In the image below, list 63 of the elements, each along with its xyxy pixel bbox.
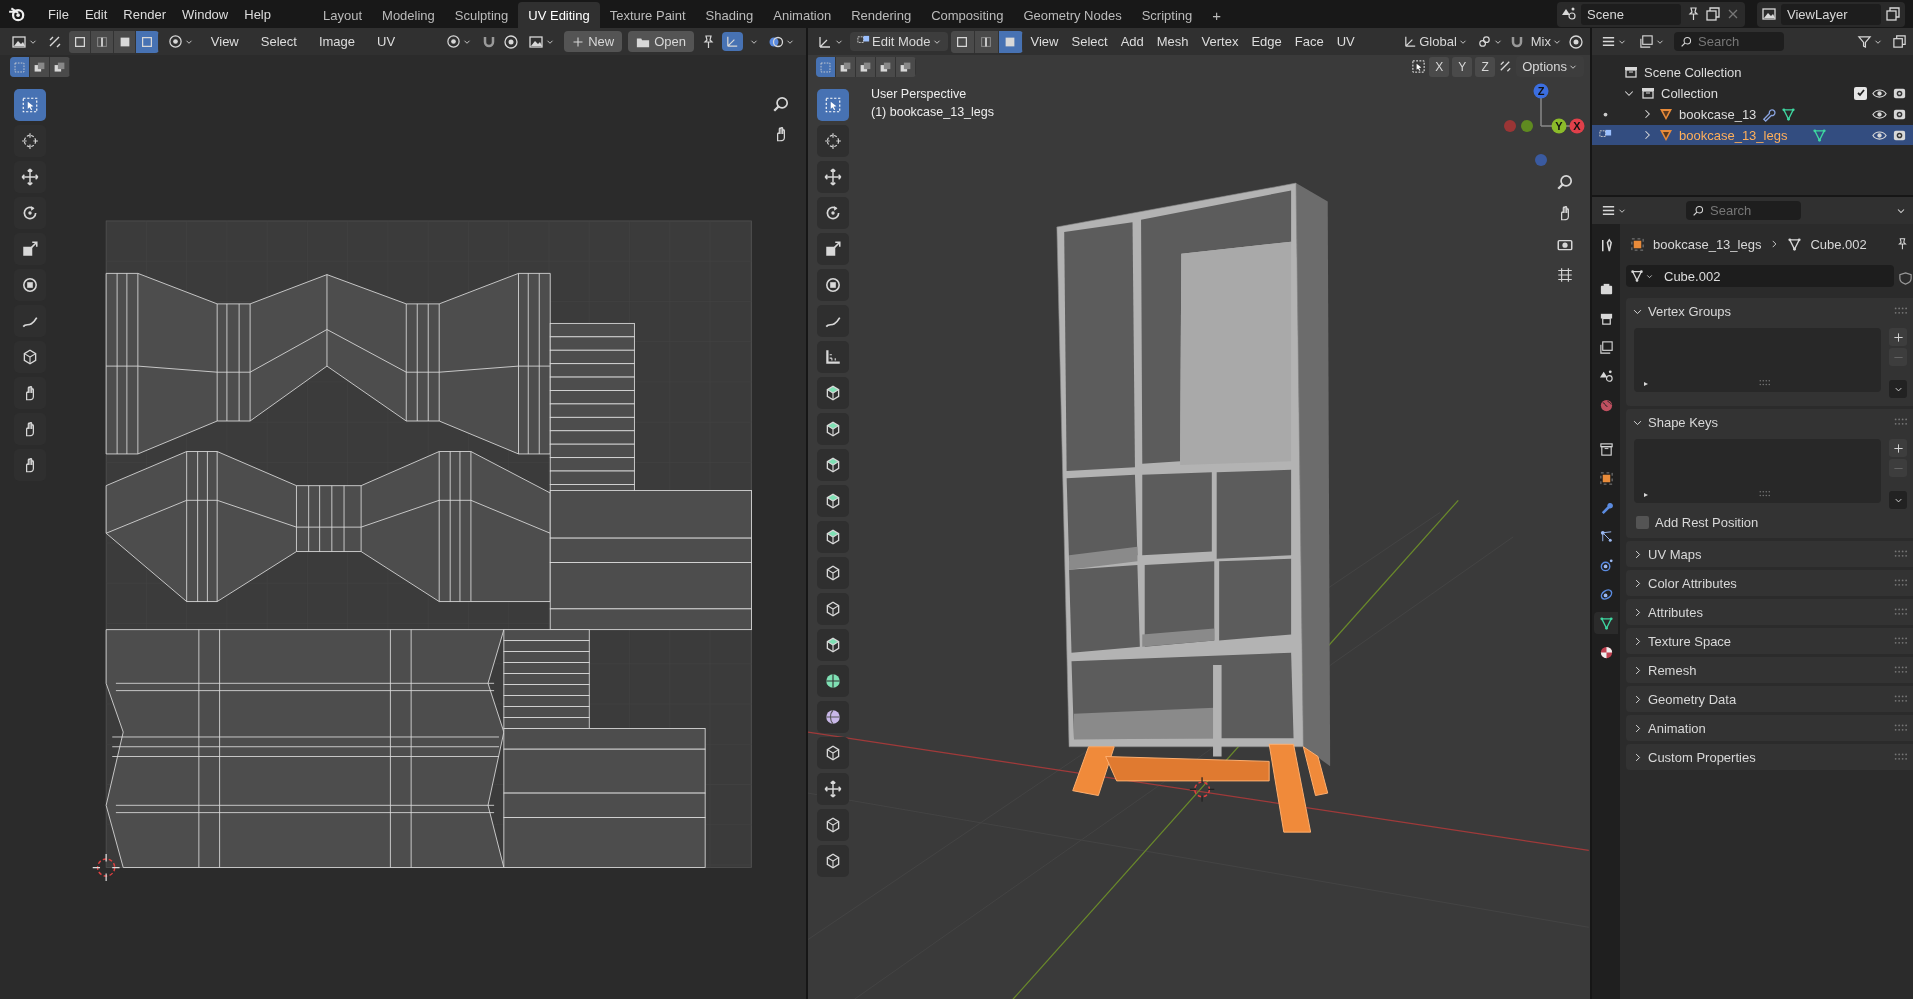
workspace-tab[interactable]: Shading — [695, 2, 764, 28]
mode-dropdown[interactable]: Edit Mode — [850, 32, 948, 51]
panel-header[interactable]: Animation — [1626, 715, 1913, 741]
workspace-tab[interactable]: Layout — [313, 2, 373, 28]
new-image-button[interactable]: New — [564, 31, 623, 52]
menu-item[interactable]: Window — [174, 3, 237, 25]
workspace-tab[interactable]: Animation — [763, 2, 842, 28]
panel-header[interactable]: Geometry Data — [1626, 686, 1913, 712]
menu-item[interactable]: Add — [1115, 31, 1149, 52]
menu-item[interactable]: UV — [1331, 31, 1360, 52]
menu-item[interactable]: Edit — [76, 3, 116, 25]
orientation-dropdown[interactable]: Global — [1400, 32, 1471, 51]
object-name: bookcase_13_legs — [1653, 236, 1762, 252]
workspace-tab[interactable]: Modeling — [372, 2, 445, 28]
panel-header[interactable]: Custom Properties — [1626, 744, 1913, 770]
menu-item[interactable]: Select — [1066, 31, 1113, 52]
panel-header[interactable]: Remesh — [1626, 657, 1913, 683]
menu-item[interactable]: Face — [1289, 31, 1329, 52]
menu-item[interactable]: Image — [310, 31, 364, 52]
workspace-tab[interactable]: Sculpting — [444, 2, 519, 28]
menu-item[interactable]: UV — [369, 31, 404, 52]
menu-item[interactable]: View — [1025, 31, 1064, 52]
tree-item-label[interactable]: bookcase_13 — [1679, 106, 1757, 122]
mirror-axis-toggle[interactable]: Z — [1475, 56, 1496, 77]
object-label: (1) bookcase_13_legs — [871, 105, 994, 119]
panel-header[interactable]: UV Maps — [1626, 541, 1913, 567]
menu-item[interactable]: Mesh — [1151, 31, 1194, 52]
menu-item[interactable]: Render — [115, 3, 174, 25]
view-name: User Perspective — [871, 87, 968, 101]
workspace-tab[interactable]: Geometry Nodes — [1013, 2, 1132, 28]
workspace-tab[interactable]: Texture Paint — [599, 2, 696, 28]
mesh-name-field[interactable]: Cube.002 — [1626, 265, 1894, 287]
tree-item-label[interactable]: Scene Collection — [1644, 64, 1742, 80]
workspace-tab[interactable]: Rendering — [841, 2, 922, 28]
workspace-tab[interactable]: Scripting — [1131, 2, 1203, 28]
panel-header[interactable]: Attributes — [1626, 599, 1913, 625]
workspace-tab[interactable]: Compositing — [921, 2, 1014, 28]
tree-item-label[interactable]: Collection — [1661, 85, 1719, 101]
menu-item[interactable]: File — [40, 3, 77, 25]
navigation-gizmo[interactable]: Z Y X — [1504, 83, 1585, 166]
axis-label: Z — [1537, 85, 1545, 97]
panel-header[interactable]: Texture Space — [1626, 628, 1913, 654]
menu-item[interactable]: Vertex — [1196, 31, 1244, 52]
checkbox[interactable]: Add Rest Position — [1634, 515, 1907, 530]
mirror-axis-toggle[interactable]: Y — [1452, 56, 1473, 77]
mesh-name: Cube.002 — [1810, 236, 1867, 252]
menu-item[interactable]: Help — [236, 3, 279, 25]
menu-item[interactable]: View — [202, 31, 247, 52]
mirror-axis-toggle[interactable]: X — [1429, 56, 1450, 77]
scene-field[interactable]: Scene — [1581, 3, 1681, 25]
workspace-tab[interactable]: UV Editing — [518, 2, 600, 28]
add-workspace-button[interactable]: + — [1202, 2, 1231, 28]
snapping-dropdown[interactable]: Mix — [1527, 32, 1565, 51]
open-image-button[interactable]: Open — [628, 31, 694, 52]
axis-label: X — [1573, 120, 1581, 132]
axis-label: Y — [1555, 120, 1563, 132]
panel-header[interactable]: Color Attributes — [1626, 570, 1913, 596]
search-field[interactable]: Search — [1674, 32, 1784, 51]
menu-item[interactable]: Select — [252, 31, 305, 52]
panel-header[interactable]: Shape Keys — [1626, 409, 1913, 435]
menu-item[interactable]: Edge — [1246, 31, 1287, 52]
view-layer-field[interactable]: ViewLayer — [1781, 3, 1881, 25]
search-field[interactable]: Search — [1686, 201, 1801, 220]
